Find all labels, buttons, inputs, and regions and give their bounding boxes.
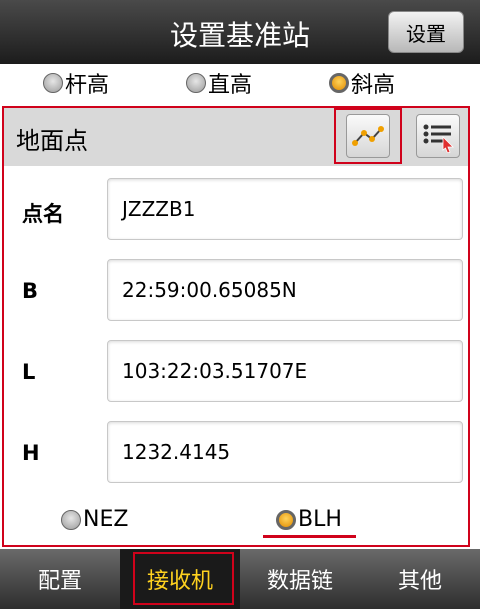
point-list-button[interactable] <box>416 114 460 158</box>
line-chart-icon <box>352 126 384 146</box>
radio-icon[interactable] <box>61 509 81 530</box>
radio-selected-icon[interactable] <box>329 73 349 93</box>
ground-point-panel: 地面点 点名 JZZZB1 B 22:59:00.65085N L 103:22… <box>2 106 470 547</box>
annotation-highlight-box <box>133 552 234 605</box>
radio-icon[interactable] <box>186 73 206 93</box>
coord-mode-label: NEZ <box>83 507 129 532</box>
tab-other[interactable]: 其他 <box>360 549 480 609</box>
panel-title: 地面点 <box>16 127 88 155</box>
bottom-tab-bar: 配置 接收机 数据链 其他 <box>0 549 480 609</box>
tab-config[interactable]: 配置 <box>0 549 120 609</box>
longitude-label: L <box>22 360 36 384</box>
annotation-underline <box>263 535 356 538</box>
radio-icon[interactable] <box>43 73 63 93</box>
height-label: H <box>22 441 40 465</box>
antenna-mode-label: 斜高 <box>351 73 396 98</box>
point-name-field[interactable]: JZZZB1 <box>107 178 463 240</box>
list-pointer-icon <box>423 124 454 153</box>
tab-datalink[interactable]: 数据链 <box>240 549 360 609</box>
panel-header: 地面点 <box>4 108 468 166</box>
coord-mode-blh[interactable]: BLH <box>276 507 342 532</box>
title-bar: 设置基准站 设置 <box>0 0 480 64</box>
antenna-mode-label: 直高 <box>208 73 253 98</box>
settings-button[interactable]: 设置 <box>388 11 464 53</box>
height-field[interactable]: 1232.4145 <box>107 421 463 483</box>
antenna-mode-slant[interactable]: 斜高 <box>329 67 395 99</box>
radio-selected-icon[interactable] <box>276 509 296 530</box>
antenna-mode-vertical[interactable]: 直高 <box>186 67 252 99</box>
antenna-mode-pole[interactable]: 杆高 <box>43 67 109 99</box>
longitude-field[interactable]: 103:22:03.51707E <box>107 340 463 402</box>
coord-mode-nez[interactable]: NEZ <box>61 507 128 532</box>
line-chart-button[interactable] <box>346 114 390 158</box>
latitude-label: B <box>22 279 39 303</box>
antenna-mode-label: 杆高 <box>65 73 110 98</box>
coord-mode-label: BLH <box>298 507 342 532</box>
point-name-label: 点名 <box>22 202 64 226</box>
latitude-field[interactable]: 22:59:00.65085N <box>107 259 463 321</box>
